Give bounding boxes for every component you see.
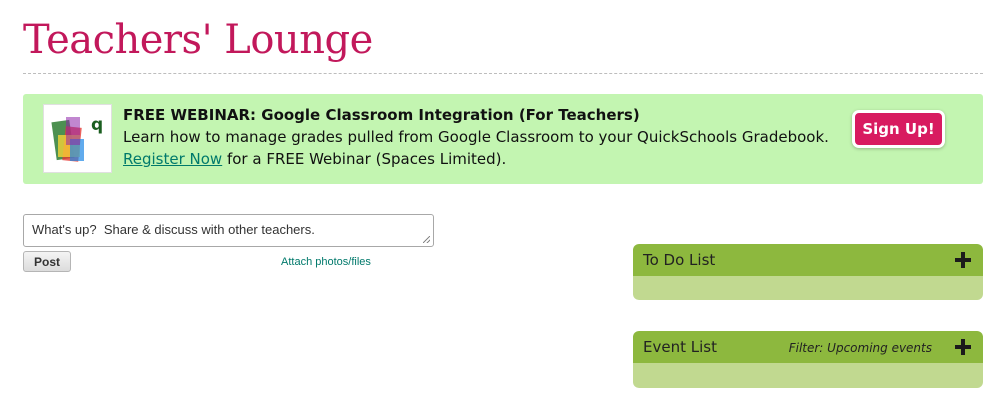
resize-grip-icon[interactable] bbox=[423, 236, 430, 243]
add-todo-icon[interactable] bbox=[955, 252, 971, 268]
webinar-banner: q FREE WEBINAR: Google Classroom Integra… bbox=[23, 94, 983, 184]
post-button[interactable]: Post bbox=[23, 251, 71, 272]
page-title: Teachers' Lounge bbox=[23, 17, 373, 63]
todo-list-panel: To Do List bbox=[633, 244, 983, 300]
add-event-icon[interactable] bbox=[955, 339, 971, 355]
attach-files-link[interactable]: Attach photos/files bbox=[281, 256, 371, 268]
sign-up-button[interactable]: Sign Up! bbox=[852, 110, 945, 148]
event-list-panel: Event List Filter: Upcoming events bbox=[633, 331, 983, 388]
post-input-wrapper bbox=[23, 214, 434, 247]
event-list-body bbox=[633, 363, 983, 388]
event-filter-label[interactable]: Filter: Upcoming events bbox=[789, 341, 932, 355]
todo-list-title: To Do List bbox=[643, 251, 716, 269]
banner-cta-suffix: for a FREE Webinar (Spaces Limited). bbox=[222, 150, 507, 168]
register-now-link[interactable]: Register Now bbox=[123, 150, 222, 168]
quickschools-logo: q bbox=[43, 104, 112, 173]
logo-letter: q bbox=[91, 115, 103, 135]
title-divider bbox=[23, 73, 983, 74]
event-list-title: Event List bbox=[643, 338, 717, 356]
post-input[interactable] bbox=[24, 215, 433, 246]
banner-cta-line: Register Now for a FREE Webinar (Spaces … bbox=[123, 150, 506, 168]
todo-list-body bbox=[633, 276, 983, 300]
event-list-header: Event List Filter: Upcoming events bbox=[633, 331, 983, 363]
banner-description: Learn how to manage grades pulled from G… bbox=[123, 128, 829, 146]
banner-heading: FREE WEBINAR: Google Classroom Integrati… bbox=[123, 106, 640, 124]
todo-list-header: To Do List bbox=[633, 244, 983, 276]
